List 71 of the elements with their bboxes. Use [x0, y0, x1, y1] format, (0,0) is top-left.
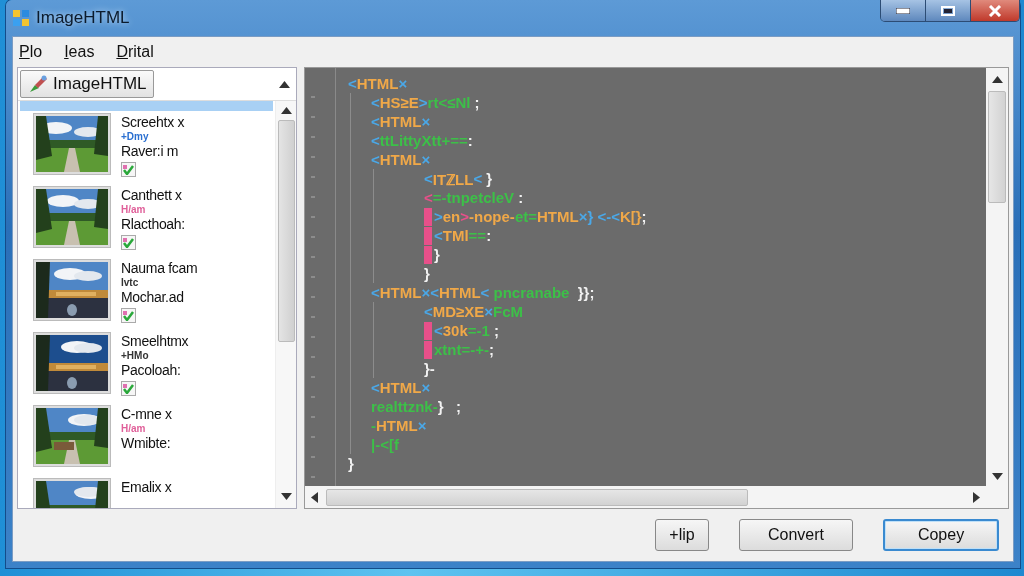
header-button[interactable]: ImageHTML — [20, 70, 154, 98]
scroll-thumb[interactable] — [988, 91, 1006, 203]
item-label: Rlacthoah: — [121, 216, 185, 232]
code-line: realttznk-} ; — [371, 397, 463, 416]
code-line: <ttLittyXtt+==: — [371, 131, 474, 150]
checkbox[interactable] — [121, 381, 136, 396]
item-title[interactable]: C-mne x — [121, 406, 172, 422]
menu-item[interactable]: Plo — [19, 43, 43, 61]
item-tag: H/am — [121, 204, 146, 215]
code-line: <TMl==: — [424, 226, 647, 245]
close-icon — [988, 4, 1002, 17]
code-line: <HTML× — [371, 112, 432, 131]
code-line: <HS≥E>rt<≤Nl ; — [371, 93, 481, 112]
window-title: ImageHTML — [36, 8, 130, 28]
item-title[interactable]: Screehtx x — [121, 114, 185, 130]
code-line: |-<[f — [371, 435, 400, 454]
item-label: Wmibte: — [121, 435, 171, 451]
action-button[interactable]: Convert — [739, 519, 853, 551]
item-tag: +HMo — [121, 350, 149, 361]
checkbox[interactable] — [121, 308, 136, 323]
minimize-button[interactable] — [881, 0, 926, 21]
code-line: <30k=-1 ; — [424, 321, 647, 340]
code-line: -HTML× — [371, 416, 428, 435]
checkbox[interactable] — [121, 235, 136, 250]
code-line: } — [348, 454, 355, 473]
action-button[interactable]: +lip — [655, 519, 709, 551]
code-line: } — [424, 264, 431, 283]
item-tag: Ivtc — [121, 277, 139, 288]
minimize-icon — [896, 7, 910, 14]
code-line: <=-tnpetcleV : — [424, 188, 525, 207]
code-line: <ITℤLL< } — [424, 169, 494, 188]
item-label: Pacoloah: — [121, 362, 181, 378]
code-line: } — [424, 245, 647, 264]
maximize-button[interactable] — [926, 0, 971, 21]
scroll-up-icon — [991, 76, 1003, 83]
scroll-thumb[interactable] — [326, 488, 748, 506]
scroll-thumb[interactable] — [277, 120, 295, 342]
code-line: }- — [424, 359, 436, 378]
menu-item[interactable]: Drital — [116, 43, 154, 61]
check-icon — [123, 383, 134, 394]
scroll-left-icon — [311, 491, 318, 503]
code-line: <HTML×<HTML< pncranabe }}; — [371, 283, 596, 302]
item-label: Mochar.ad — [121, 289, 184, 305]
pen-icon — [27, 74, 49, 94]
check-icon — [123, 237, 134, 248]
action-button[interactable]: Copey — [883, 519, 999, 551]
code-line: xtnt=-+-; — [424, 340, 647, 359]
code-line: <HTML× — [371, 150, 432, 169]
maximize-icon — [941, 5, 955, 16]
collapse-icon — [279, 80, 290, 88]
item-label: Raver:i m — [121, 143, 179, 159]
code-line: <MD≥XE×FcM — [424, 302, 525, 321]
check-icon — [123, 310, 134, 321]
item-title[interactable]: Canthett x — [121, 187, 182, 203]
item-tag: H/am — [121, 423, 146, 434]
close-button[interactable] — [971, 0, 1019, 21]
checkbox[interactable] — [121, 162, 136, 177]
check-icon — [123, 164, 134, 175]
scroll-up-icon — [280, 107, 292, 114]
code-line: <HTML× — [371, 378, 432, 397]
code-line: <HTML× — [348, 74, 409, 93]
item-tag: +Dmy — [121, 131, 149, 142]
code-line: >en>-nope-et=HTML×} <-<K[}; — [424, 207, 647, 226]
item-title[interactable]: Smeelhtmx — [121, 333, 189, 349]
menu-item[interactable]: Ieas — [64, 43, 95, 61]
item-title[interactable]: Nauma fcam — [121, 260, 198, 276]
scroll-down-icon — [280, 493, 292, 500]
scroll-down-icon — [991, 473, 1003, 480]
item-title[interactable]: Emalix x — [121, 479, 172, 495]
scroll-right-icon — [973, 491, 980, 503]
app-icon — [12, 9, 30, 27]
